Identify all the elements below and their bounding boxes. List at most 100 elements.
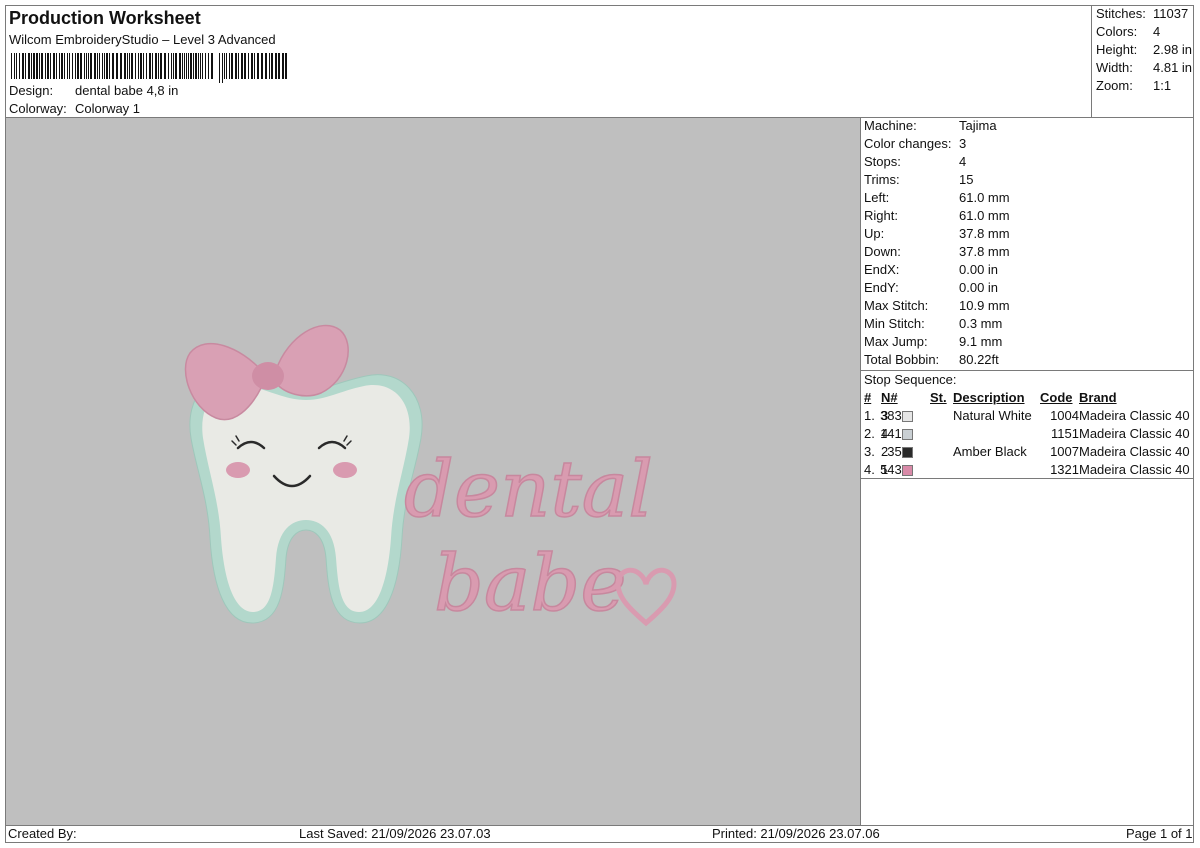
barcode-bar: [205, 53, 206, 79]
machine-info-value: Tajima: [959, 118, 997, 133]
barcode-bar: [61, 53, 63, 79]
barcode-bar: [39, 53, 40, 79]
barcode-bar: [99, 53, 100, 79]
barcode-bar: [140, 53, 142, 79]
barcode-bar: [97, 53, 98, 79]
barcode-bar: [155, 53, 157, 79]
height-stat: Height: 2.98 in: [1096, 42, 1192, 57]
col-code-header: Code: [1040, 390, 1073, 405]
stitches-label: Stitches:: [1096, 6, 1146, 21]
last-saved: Last Saved: 21/09/2026 23.07.03: [299, 826, 491, 841]
barcode-bar: [190, 53, 192, 79]
barcode-bar: [257, 53, 259, 79]
barcode-bar: [56, 53, 57, 79]
barcode-bar: [50, 53, 51, 79]
barcode-image: [11, 53, 287, 83]
software-subtitle: Wilcom EmbroideryStudio – Level 3 Advanc…: [9, 32, 276, 47]
barcode-bar: [202, 53, 203, 79]
height-value: 2.98 in: [1153, 42, 1193, 57]
row-code: 1151: [1051, 426, 1079, 441]
barcode-bar: [41, 53, 43, 79]
barcode-bar: [195, 53, 197, 79]
machine-info-label: Right:: [864, 208, 898, 223]
row-code: 1007: [1050, 444, 1079, 459]
barcode-bar: [53, 53, 55, 79]
machine-info-value: 9.1 mm: [959, 334, 1003, 349]
barcode-bar: [224, 53, 225, 79]
barcode-bar: [104, 53, 105, 79]
color-swatch: [902, 429, 913, 440]
barcode-bar: [160, 53, 162, 79]
barcode-bar: [278, 53, 280, 79]
machine-info-row: Total Bobbin: 80.22ft: [864, 352, 999, 367]
barcode-bar: [33, 53, 35, 79]
tooth-fill: [202, 385, 410, 612]
machine-info-row: EndX: 0.00 in: [864, 262, 998, 277]
barcode-bar: [193, 53, 194, 79]
barcode-bar: [241, 53, 243, 79]
row-brand: Madeira Classic 40: [1079, 426, 1190, 441]
barcode-bar: [22, 53, 24, 79]
machine-info-value: 0.00 in: [959, 262, 999, 277]
barcode-bar: [261, 53, 263, 79]
machine-info-row: Down: 37.8 mm: [864, 244, 1010, 259]
width-value: 4.81 in: [1153, 60, 1193, 75]
barcode-bar: [67, 53, 68, 79]
color-swatch: [902, 465, 913, 476]
row-description: Natural White: [953, 408, 1032, 423]
table-header: # N# St. Description Code Brand: [861, 390, 1194, 408]
barcode-bar: [184, 53, 185, 79]
colors-value: 4: [1153, 24, 1161, 39]
colorway-value: Colorway 1: [75, 101, 141, 116]
colors-label: Colors:: [1096, 24, 1138, 39]
barcode-bar: [84, 53, 85, 79]
barcode-bar: [238, 53, 239, 79]
stitches-value: 11037: [1153, 6, 1189, 21]
barcode-bar: [182, 53, 183, 79]
row-brand: Madeira Classic 40: [1079, 444, 1190, 459]
barcode-bar: [131, 53, 133, 79]
table-divider: [861, 478, 1194, 479]
machine-info-row: Color changes: 3: [864, 136, 966, 151]
barcode-bar: [135, 53, 136, 79]
barcode-bar: [106, 53, 108, 79]
machine-info-label: Min Stitch:: [864, 316, 925, 331]
row-code: 1004: [1050, 408, 1079, 423]
barcode-bar: [36, 53, 38, 79]
machine-info-value: 37.8 mm: [959, 244, 1010, 259]
machine-info-row: Up: 37.8 mm: [864, 226, 1010, 241]
barcode-bar: [200, 53, 201, 79]
table-row: 2. 4 1413 1151 Madeira Classic 40: [861, 426, 1194, 444]
machine-info-value: 0.3 mm: [959, 316, 1003, 331]
machine-info-value: 4: [959, 154, 967, 169]
barcode-bar: [116, 53, 118, 79]
barcode-bar: [219, 53, 220, 83]
barcode-bar: [188, 53, 189, 79]
printed-date: Printed: 21/09/2026 23.07.06: [712, 826, 880, 841]
barcode-bar: [28, 53, 30, 79]
design-text-line2: babe: [434, 539, 627, 629]
row-num: 1.: [864, 408, 875, 423]
worksheet-header: Production Worksheet Wilcom EmbroiderySt…: [7, 5, 1091, 117]
barcode-bar: [94, 53, 96, 79]
barcode-bar: [25, 53, 26, 79]
design-row: Design: dental babe 4,8 in: [9, 83, 178, 98]
width-label: Width:: [1096, 60, 1133, 75]
barcode-bar: [282, 53, 284, 79]
barcode-bar: [64, 53, 65, 79]
zoom-stat: Zoom: 1:1: [1096, 78, 1171, 93]
machine-info-row: Machine: Tajima: [864, 118, 997, 133]
right-cheek: [333, 462, 357, 478]
machine-info-row: EndY: 0.00 in: [864, 280, 998, 295]
barcode-bar: [211, 53, 213, 79]
machine-info-label: Down:: [864, 244, 901, 259]
col-brand-header: Brand: [1079, 390, 1117, 405]
machine-info-row: Max Jump: 9.1 mm: [864, 334, 1002, 349]
machine-info-value: 15: [959, 172, 974, 187]
machine-info-row: Stops: 4: [864, 154, 966, 169]
barcode-bar: [173, 53, 174, 79]
barcode-bar: [124, 53, 126, 79]
barcode-bar: [254, 53, 255, 79]
stop-sequence-title: Stop Sequence:: [864, 372, 957, 387]
panel-divider: [861, 370, 1194, 371]
